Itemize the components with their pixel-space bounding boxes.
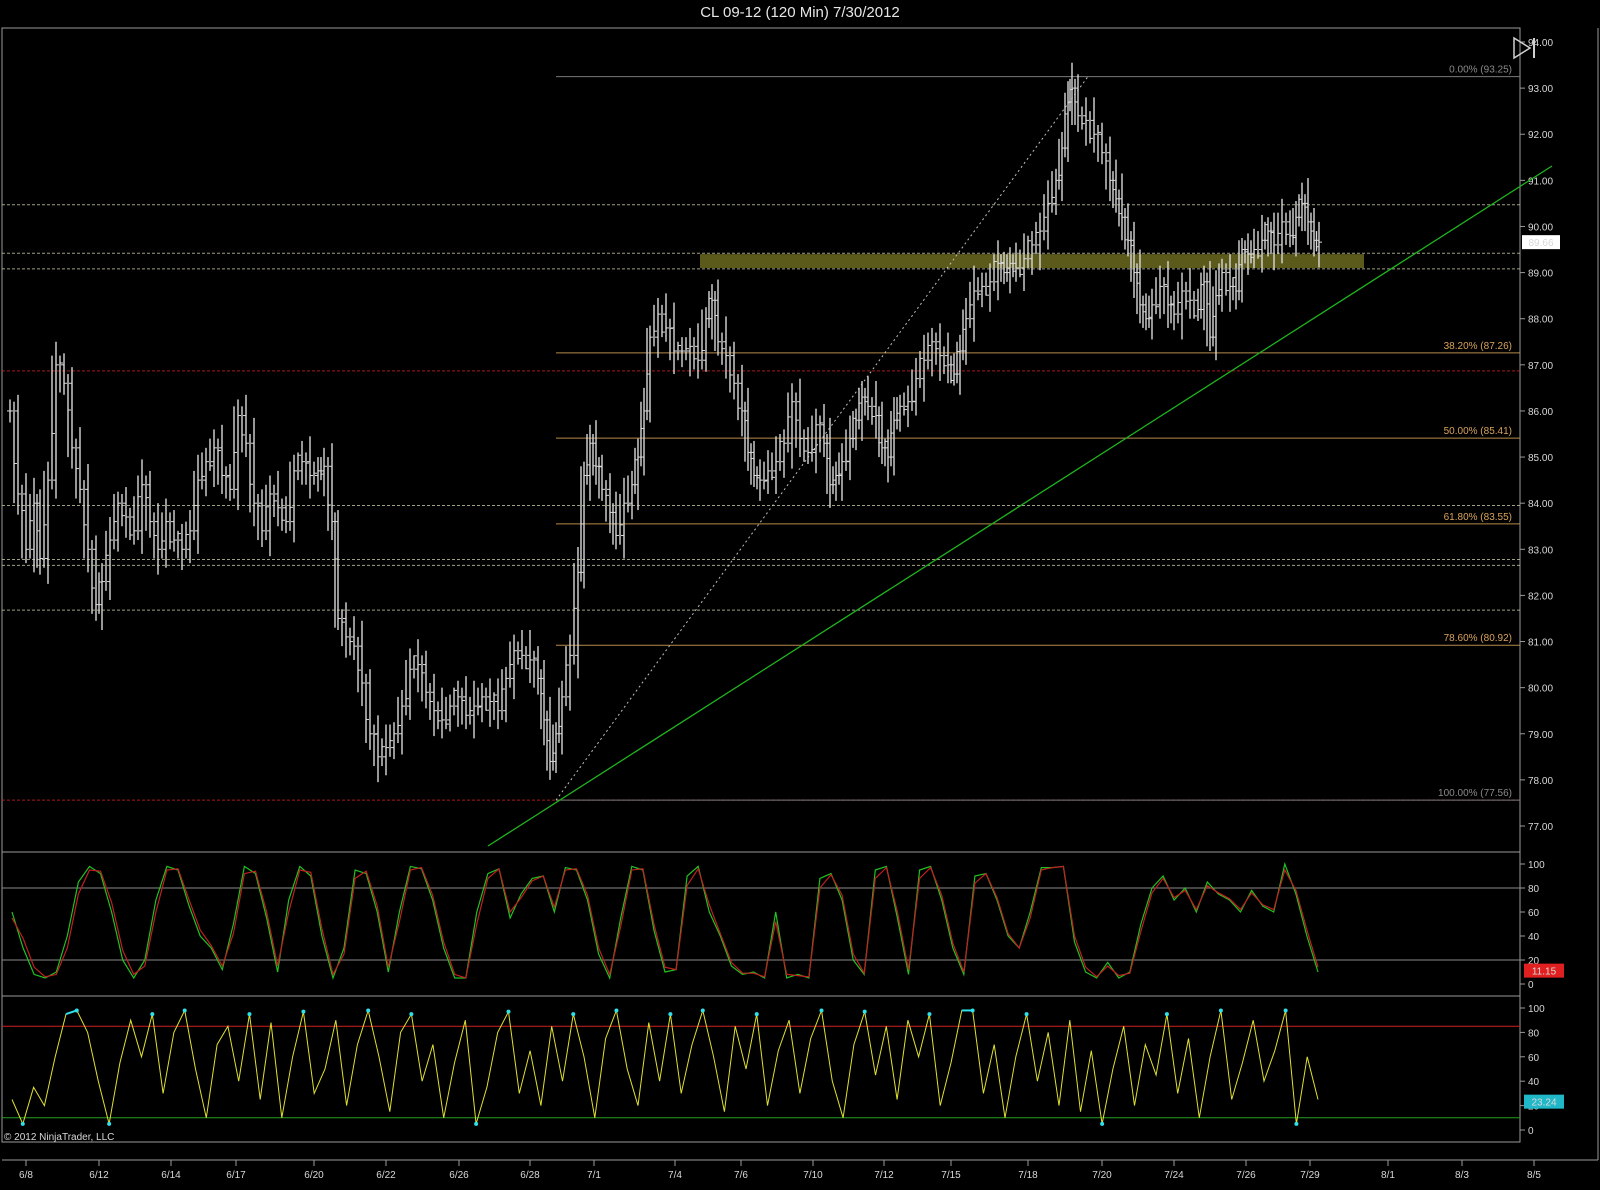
x-tick-label: 7/6 <box>734 1170 748 1181</box>
x-tick-label: 7/29 <box>1300 1170 1320 1181</box>
rsi-extreme-point <box>74 1008 79 1013</box>
x-tick-label: 7/18 <box>1018 1170 1038 1181</box>
rsi-tick-label: 0 <box>1528 1126 1534 1137</box>
x-tick-label: 6/26 <box>449 1170 469 1181</box>
rsi-extreme-point <box>107 1121 112 1126</box>
rsi-extreme-point <box>754 1012 759 1017</box>
price-tick-label: 92.00 <box>1528 130 1553 141</box>
price-tick-label: 80.00 <box>1528 684 1553 695</box>
x-tick-label: 7/24 <box>1164 1170 1184 1181</box>
rsi-extreme-point <box>927 1012 932 1017</box>
x-tick-label: 6/22 <box>376 1170 396 1181</box>
fib-level-label: 61.80% (83.55) <box>1444 512 1512 523</box>
rsi-tick-label: 100 <box>1528 1004 1545 1015</box>
rsi-extreme-point <box>506 1009 511 1014</box>
x-tick-label: 6/20 <box>304 1170 324 1181</box>
rsi-extreme-point <box>182 1008 187 1013</box>
fib-level-label: 0.00% (93.25) <box>1449 65 1512 76</box>
x-tick-label: 7/10 <box>803 1170 823 1181</box>
stochastics-panel-frame <box>1 851 1521 997</box>
x-tick-label: 6/17 <box>226 1170 246 1181</box>
price-tick-label: 78.00 <box>1528 776 1553 787</box>
rsi-line <box>11 1008 1319 1126</box>
x-tick-label: 7/4 <box>668 1170 682 1181</box>
rsi-extreme-point <box>970 1008 975 1013</box>
price-tick-label: 88.00 <box>1528 315 1553 326</box>
rsi-extreme-point <box>1218 1008 1223 1013</box>
rsi-last-value: 23.24 <box>1531 1098 1556 1109</box>
rsi-extreme-point <box>301 1009 306 1014</box>
x-tick-label: 6/14 <box>161 1170 181 1181</box>
price-tick-label: 87.00 <box>1528 361 1553 372</box>
ohlc-bars <box>7 62 1322 783</box>
price-tick-label: 94.00 <box>1528 38 1553 49</box>
price-tick-label: 86.00 <box>1528 407 1553 418</box>
rsi-extreme-point <box>614 1008 619 1013</box>
fib-level-label: 100.00% (77.56) <box>1438 788 1512 799</box>
rsi-tick-label: 40 <box>1528 1077 1540 1088</box>
rsi-extreme-point <box>819 1008 824 1013</box>
price-tick-label: 79.00 <box>1528 730 1553 741</box>
x-tick-label: 6/8 <box>19 1170 33 1181</box>
stoch-tick-label: 100 <box>1528 860 1545 871</box>
price-tick-label: 83.00 <box>1528 545 1553 556</box>
price-tick-label: 90.00 <box>1528 222 1553 233</box>
rsi-extreme-point <box>1164 1012 1169 1017</box>
fib-level-label: 50.00% (85.41) <box>1444 426 1512 437</box>
stoch-tick-label: 40 <box>1528 932 1540 943</box>
x-tick-label: 6/28 <box>520 1170 540 1181</box>
rsi-extreme-point <box>474 1121 479 1126</box>
x-tick-label: 7/1 <box>587 1170 601 1181</box>
x-tick-label: 8/5 <box>1527 1170 1541 1181</box>
rsi-extreme-point <box>150 1012 155 1017</box>
rsi-tick-label: 60 <box>1528 1053 1540 1064</box>
price-panel-frame <box>1 27 1521 853</box>
fib-level-label: 38.20% (87.26) <box>1444 341 1512 352</box>
chart-window: CL 09-12 (120 Min) 7/30/2012 94.00 93.00 9… <box>0 0 1600 1190</box>
x-tick-label: 6/12 <box>89 1170 109 1181</box>
x-tick-label: 7/26 <box>1236 1170 1256 1181</box>
chart-canvas[interactable]: 94.00 93.00 92.00 91.00 90.00 89.00 88.00 87.00… <box>0 0 1600 1190</box>
x-tick-label: 7/15 <box>941 1170 961 1181</box>
stoch-k-line <box>11 861 1319 980</box>
stoch-tick-label: 0 <box>1528 980 1534 991</box>
x-tick-label: 7/20 <box>1092 1170 1112 1181</box>
rsi-extreme-point <box>409 1012 414 1017</box>
stoch-tick-label: 80 <box>1528 884 1540 895</box>
rsi-panel-frame <box>1 995 1521 1143</box>
rsi-tick-label: 80 <box>1528 1028 1540 1039</box>
copyright-text: © 2012 NinjaTrader, LLC <box>4 1132 114 1143</box>
rsi-extreme-point <box>1024 1012 1029 1017</box>
x-tick-label: 8/3 <box>1455 1170 1469 1181</box>
x-tick-label: 8/1 <box>1381 1170 1395 1181</box>
x-tick-label: 7/12 <box>874 1170 894 1181</box>
rsi-extreme-point <box>1294 1121 1299 1126</box>
price-tick-label: 84.00 <box>1528 499 1553 510</box>
stoch-last-value: 11.15 <box>1532 967 1557 978</box>
price-tick-label: 91.00 <box>1528 176 1553 187</box>
rsi-extreme-point <box>1283 1008 1288 1013</box>
price-tick-label: 77.00 <box>1528 822 1553 833</box>
rsi-extreme-point <box>20 1121 25 1126</box>
rsi-extreme-point <box>247 1012 252 1017</box>
stoch-d-line <box>11 865 1319 979</box>
rsi-extreme-point <box>366 1008 371 1013</box>
rsi-extreme-point <box>1100 1121 1105 1126</box>
stoch-tick-label: 60 <box>1528 908 1540 919</box>
price-tick-label: 89.00 <box>1528 269 1553 280</box>
rsi-extreme-point <box>700 1008 705 1013</box>
price-tick-label: 93.00 <box>1528 84 1553 95</box>
price-tick-label: 82.00 <box>1528 591 1553 602</box>
rsi-extreme-point <box>571 1012 576 1017</box>
price-tick-label: 85.00 <box>1528 453 1553 464</box>
rsi-extreme-point <box>862 1009 867 1014</box>
rsi-extreme-point <box>668 1012 673 1017</box>
price-tick-label: 81.00 <box>1528 638 1553 649</box>
last-price-value: 89.66 <box>1528 238 1553 249</box>
fib-level-label: 78.60% (80.92) <box>1444 633 1512 644</box>
